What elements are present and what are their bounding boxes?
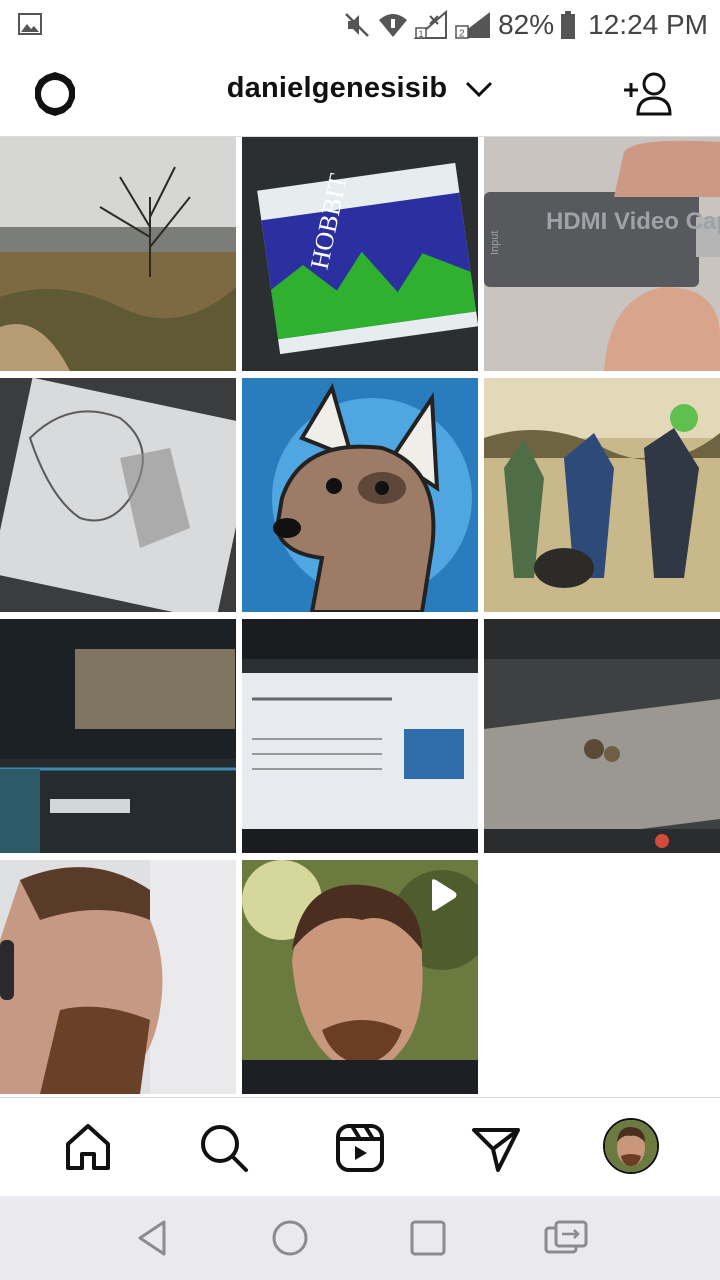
post-selfie-reel[interactable] bbox=[242, 860, 478, 1094]
posts-grid: HOBBIT HDMI Video Capture Input bbox=[0, 137, 720, 1097]
post-hdmi-capture[interactable]: HDMI Video Capture Input bbox=[484, 137, 720, 371]
image-notification-icon bbox=[18, 13, 42, 35]
back-icon[interactable] bbox=[128, 1216, 176, 1260]
hdmi-logo-text: HDMI Video Capture bbox=[546, 208, 720, 235]
wifi-icon bbox=[379, 14, 408, 37]
add-user-icon[interactable] bbox=[622, 68, 674, 120]
post-fallout-art[interactable] bbox=[484, 378, 720, 612]
signal-sim2-icon: 2 bbox=[455, 12, 491, 40]
battery-percent: 82% bbox=[498, 9, 555, 40]
post-landscape-tree[interactable] bbox=[0, 137, 236, 371]
android-navigation-bar bbox=[0, 1196, 720, 1280]
settings-gear-icon[interactable] bbox=[30, 70, 80, 118]
post-sketch-drawing[interactable] bbox=[0, 378, 236, 612]
post-hobbit-book[interactable]: HOBBIT bbox=[242, 137, 478, 371]
post-browser-screen[interactable] bbox=[242, 619, 478, 853]
status-bar: 1 2 82% 12:24 PM bbox=[0, 0, 720, 50]
status-icons: 1 2 82% 12:24 PM bbox=[342, 8, 708, 42]
play-reel-icon bbox=[432, 879, 457, 911]
home-circle-icon[interactable] bbox=[266, 1216, 314, 1260]
post-selfie-1[interactable] bbox=[0, 860, 236, 1094]
home-icon[interactable] bbox=[60, 1120, 116, 1176]
hdmi-input-text: Input bbox=[489, 231, 501, 255]
mute-icon bbox=[345, 13, 369, 37]
svg-text:2: 2 bbox=[459, 29, 465, 40]
signal-sim1-icon: 1 bbox=[414, 10, 448, 39]
switch-sim-icon[interactable] bbox=[542, 1216, 590, 1260]
post-dog-logo[interactable] bbox=[242, 378, 478, 612]
battery-icon bbox=[561, 11, 576, 39]
post-video-editor[interactable] bbox=[0, 619, 236, 853]
bottom-navigation bbox=[0, 1097, 720, 1196]
direct-messages-icon[interactable] bbox=[468, 1120, 524, 1176]
search-icon[interactable] bbox=[196, 1120, 252, 1176]
chevron-down-icon[interactable] bbox=[465, 80, 493, 98]
profile-header: danielgenesisib bbox=[0, 50, 720, 137]
reels-icon[interactable] bbox=[332, 1120, 388, 1176]
post-game-screen[interactable] bbox=[484, 619, 720, 853]
recent-apps-icon[interactable] bbox=[404, 1216, 452, 1260]
clock: 12:24 PM bbox=[588, 9, 708, 40]
svg-text:1: 1 bbox=[419, 29, 424, 39]
profile-avatar[interactable] bbox=[603, 1118, 659, 1174]
profile-username[interactable]: danielgenesisib bbox=[227, 72, 448, 105]
